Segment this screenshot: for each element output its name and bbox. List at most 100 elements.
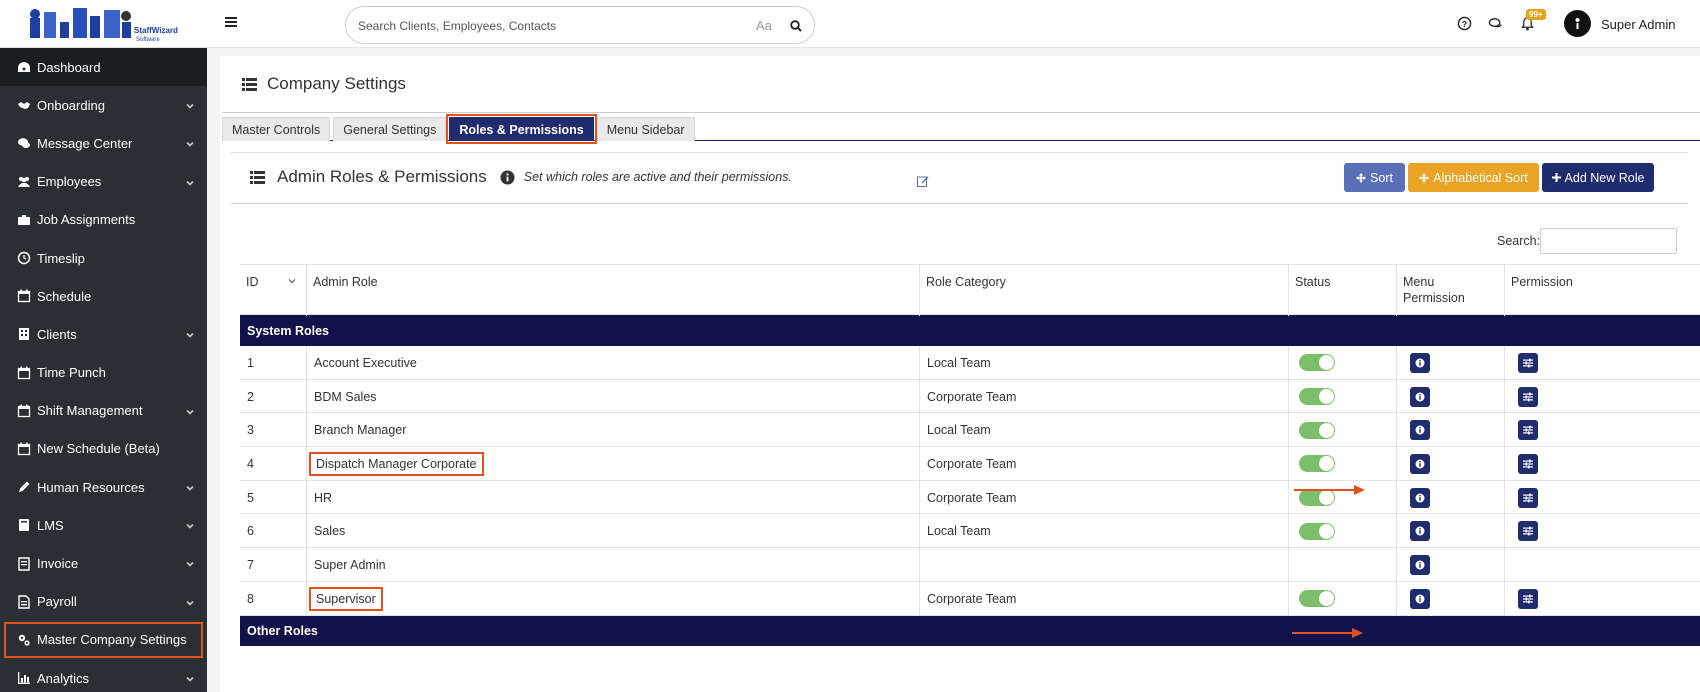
menu-permission-info-button[interactable] (1410, 420, 1430, 441)
info-icon (1415, 392, 1425, 402)
permission-settings-button[interactable] (1518, 588, 1538, 609)
role-id: 8 (247, 591, 254, 606)
help-icon[interactable]: ? (1457, 16, 1472, 31)
sidebar-item-job-assignments[interactable]: Job Assignments (0, 201, 207, 239)
sidebar-item-shift-management[interactable]: Shift Management (0, 392, 207, 430)
sidebar-item-lms[interactable]: LMS (0, 506, 207, 544)
pencil-icon (17, 480, 31, 494)
global-search-input[interactable] (358, 16, 738, 36)
sidebar-item-analytics[interactable]: Analytics (0, 659, 207, 692)
tab-general-settings[interactable]: General Settings (333, 117, 447, 141)
role-name: BDM Sales (314, 389, 377, 404)
role-name: Sales (314, 524, 346, 539)
sliders-icon (1523, 493, 1533, 503)
section-title: Admin Roles & Permissions (277, 167, 487, 186)
status-toggle[interactable] (1299, 388, 1335, 406)
group-label: Other Roles (247, 623, 318, 638)
sidebar-item-label: Analytics (37, 670, 90, 686)
table-row: 6 Sales Local Team (240, 514, 1700, 549)
plus-icon (1551, 173, 1561, 182)
menu-permission-info-button[interactable] (1410, 554, 1430, 575)
sidebar-item-label: Invoice (37, 556, 79, 572)
sidebar-item-clients[interactable]: Clients (0, 315, 207, 353)
sidebar-item-employees[interactable]: Employees (0, 163, 207, 201)
avatar[interactable] (1564, 10, 1591, 37)
info-icon (1415, 425, 1425, 435)
edit-icon[interactable] (917, 175, 929, 187)
global-search[interactable]: Aa (345, 6, 815, 44)
sidebar-item-dashboard[interactable]: Dashboard (0, 48, 207, 87)
cell-id: 3 (240, 413, 306, 447)
status-toggle[interactable] (1299, 421, 1335, 439)
menu-permission-info-button[interactable] (1410, 386, 1430, 407)
table-search-input[interactable] (1540, 228, 1677, 254)
table-row: 4 Dispatch Manager Corporate Corporate Tea… (240, 447, 1700, 481)
status-toggle[interactable] (1299, 590, 1335, 608)
permission-settings-button[interactable] (1518, 352, 1538, 373)
list-icon (250, 170, 265, 184)
sidebar: StaffWizard Software Dashboard Onboarding… (0, 0, 207, 692)
column-header-permission[interactable]: Permission (1504, 265, 1700, 316)
match-case-toggle[interactable]: Aa (756, 18, 772, 33)
sidebar-item-onboarding[interactable]: Onboarding (0, 86, 207, 124)
cell-menu-permission (1396, 548, 1504, 582)
page-title: Company Settings (267, 74, 406, 93)
column-header-role[interactable]: Admin Role (306, 265, 919, 316)
svg-text:Software: Software (136, 37, 160, 43)
permission-settings-button[interactable] (1518, 521, 1538, 542)
status-toggle[interactable] (1299, 354, 1335, 372)
sidebar-item-label: Clients (37, 326, 77, 342)
cell-status (1288, 581, 1396, 616)
menu-permission-info-button[interactable] (1410, 588, 1430, 609)
menu-permission-info-button[interactable] (1410, 487, 1430, 508)
sidebar-item-label: Message Center (37, 135, 133, 151)
cell-id: 5 (240, 481, 306, 515)
svg-text:StaffWizard: StaffWizard (134, 26, 178, 35)
column-header-status[interactable]: Status (1288, 265, 1396, 316)
permission-settings-button[interactable] (1518, 453, 1538, 474)
permission-settings-button[interactable] (1518, 420, 1538, 441)
sort-button[interactable]: Sort (1344, 163, 1405, 192)
sidebar-item-timeslip[interactable]: Timeslip (0, 239, 207, 277)
list-icon (242, 77, 257, 91)
cell-role: HR (306, 480, 919, 515)
sidebar-item-invoice[interactable]: Invoice (0, 544, 207, 582)
sidebar-item-label: New Schedule (Beta) (37, 441, 160, 457)
sidebar-item-master-company-settings[interactable]: Master Company Settings (3, 621, 204, 659)
cell-role: BDM Sales (306, 379, 919, 414)
tab-roles-permissions[interactable]: Roles & Permissions (446, 114, 597, 144)
menu-permission-info-button[interactable] (1410, 521, 1430, 542)
sidebar-item-message-center[interactable]: Message Center (0, 124, 207, 162)
column-header-id[interactable]: ID (240, 265, 306, 316)
users-icon (17, 175, 31, 189)
cell-permission (1504, 514, 1700, 549)
menu-permission-info-button[interactable] (1410, 453, 1430, 474)
page-title-row: Company Settings (242, 74, 406, 94)
column-header-category[interactable]: Role Category (919, 265, 1288, 316)
alphabetical-sort-button[interactable]: Alphabetical Sort (1408, 163, 1539, 192)
add-new-role-button[interactable]: Add New Role (1542, 163, 1654, 192)
role-id: 2 (247, 389, 254, 404)
roles-table: ID Admin Role Role Category Status Menu … (240, 264, 1700, 646)
hamburger-menu-icon[interactable] (225, 16, 237, 28)
status-toggle[interactable] (1299, 455, 1335, 473)
menu-permission-info-button[interactable] (1410, 352, 1430, 373)
sidebar-item-schedule[interactable]: Schedule (0, 277, 207, 315)
sidebar-item-new-schedule-beta[interactable]: New Schedule (Beta) (0, 430, 207, 468)
sliders-icon (1523, 459, 1533, 469)
column-header-menu-permission[interactable]: Menu Permission (1396, 265, 1504, 316)
sidebar-item-payroll[interactable]: Payroll (0, 583, 207, 621)
logo[interactable]: StaffWizard Software (0, 0, 207, 48)
tab-menu-sidebar[interactable]: Menu Sidebar (596, 117, 695, 141)
permission-settings-button[interactable] (1518, 386, 1538, 407)
table-row: 8 Supervisor Corporate Team (240, 581, 1700, 616)
chat-bubbles-icon[interactable] (1488, 16, 1503, 31)
sidebar-item-label: Dashboard (37, 59, 101, 75)
status-toggle[interactable] (1299, 522, 1335, 540)
permission-settings-button[interactable] (1518, 487, 1538, 508)
user-name[interactable]: Super Admin (1601, 17, 1675, 32)
search-icon[interactable] (790, 20, 802, 32)
sidebar-item-human-resources[interactable]: Human Resources (0, 468, 207, 506)
sidebar-item-time-punch[interactable]: Time Punch (0, 354, 207, 392)
tab-master-controls[interactable]: Master Controls (222, 117, 331, 141)
